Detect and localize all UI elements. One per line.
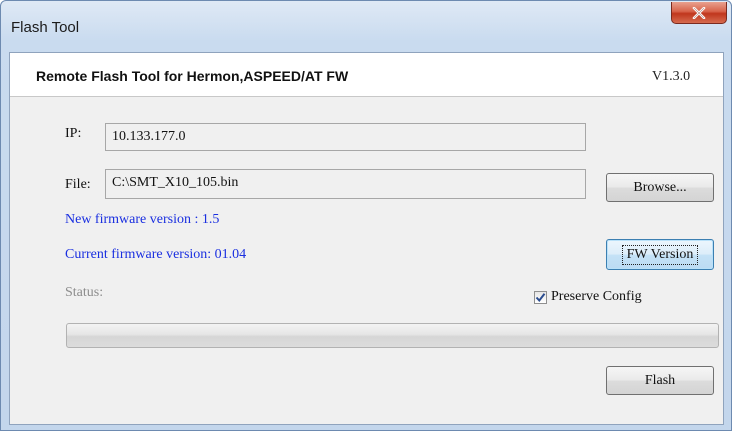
app-heading: Remote Flash Tool for Hermon,ASPEED/AT F…	[36, 68, 349, 84]
checkmark-icon	[535, 293, 546, 303]
new-firmware-version-text: New firmware version : 1.5	[65, 212, 220, 227]
close-icon	[692, 6, 706, 19]
dialog-body: Remote Flash Tool for Hermon,ASPEED/AT F…	[9, 52, 724, 425]
preserve-config-label: Preserve Config	[551, 289, 642, 304]
flash-tool-window: Flash Tool Remote Flash Tool for Hermon,…	[0, 0, 732, 431]
flash-button[interactable]: Flash	[606, 366, 714, 395]
current-firmware-version-text: Current firmware version: 01.04	[65, 247, 247, 262]
window-title: Flash Tool	[11, 19, 80, 36]
fw-version-button-label: FW Version	[621, 244, 699, 265]
file-label: File:	[65, 177, 91, 192]
ip-label: IP:	[65, 126, 82, 141]
preserve-config-checkbox[interactable]	[534, 291, 547, 304]
status-label: Status:	[65, 285, 104, 300]
file-path-input[interactable]: C:\SMT_X10_105.bin	[105, 169, 586, 199]
browse-button[interactable]: Browse...	[606, 173, 714, 202]
fw-version-button[interactable]: FW Version	[606, 239, 714, 270]
header-band: Remote Flash Tool for Hermon,ASPEED/AT F…	[10, 53, 723, 97]
flash-progress-bar	[66, 323, 719, 348]
ip-input[interactable]: 10.133.177.0	[105, 123, 586, 151]
close-button[interactable]	[671, 2, 727, 24]
version-label: V1.3.0	[652, 69, 691, 84]
